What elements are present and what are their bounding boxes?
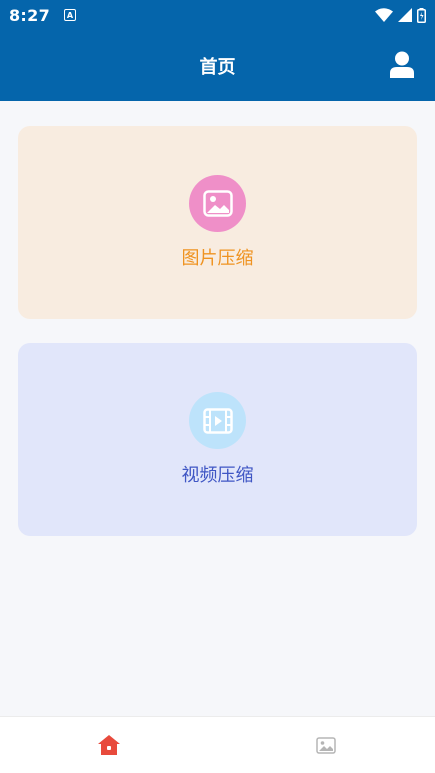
image-compress-card[interactable]: 图片压缩 bbox=[18, 126, 417, 319]
nav-item-home[interactable] bbox=[0, 717, 218, 773]
image-icon bbox=[316, 736, 336, 754]
video-compress-icon-circle bbox=[189, 392, 246, 449]
image-icon bbox=[202, 190, 233, 217]
home-icon bbox=[97, 735, 120, 755]
video-compress-label: 视频压缩 bbox=[181, 465, 254, 486]
video-icon bbox=[202, 407, 233, 434]
image-compress-icon-circle bbox=[189, 175, 246, 232]
app-bar: 首页 bbox=[0, 30, 435, 101]
status-time: 8:27 bbox=[9, 5, 50, 25]
bottom-nav bbox=[0, 716, 435, 773]
image-compress-label: 图片压缩 bbox=[181, 248, 254, 269]
person-icon bbox=[390, 51, 414, 78]
battery-icon bbox=[417, 7, 426, 23]
wifi-icon bbox=[375, 8, 393, 22]
notification-icon: A bbox=[64, 9, 76, 21]
status-bar: 8:27 A bbox=[0, 0, 435, 30]
signal-icon bbox=[398, 8, 412, 22]
nav-item-gallery[interactable] bbox=[218, 717, 435, 773]
profile-button[interactable] bbox=[390, 51, 414, 78]
status-icons bbox=[375, 7, 426, 23]
video-compress-card[interactable]: 视频压缩 bbox=[18, 343, 417, 536]
page-title: 首页 bbox=[199, 56, 236, 78]
